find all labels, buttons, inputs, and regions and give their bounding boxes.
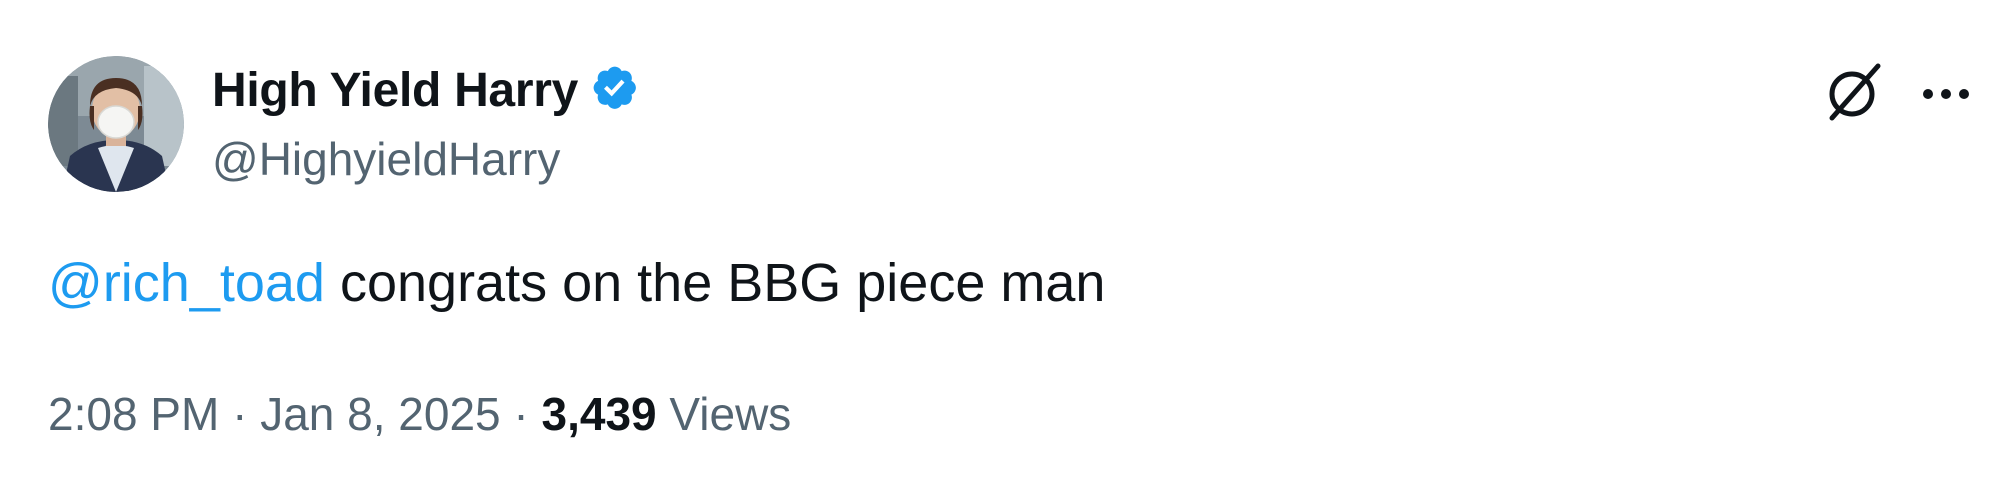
- tweet-body: congrats on the BBG piece man: [324, 253, 1106, 313]
- tweet-time[interactable]: 2:08 PM: [48, 388, 219, 440]
- grok-icon[interactable]: [1822, 60, 1886, 124]
- tweet-card: High Yield Harry @HighyieldHarry @rich_t…: [0, 0, 2000, 480]
- meta-separator: ·: [219, 388, 261, 440]
- tweet-text: @rich_toad congrats on the BBG piece man: [48, 248, 1105, 318]
- mention-link[interactable]: @rich_toad: [48, 253, 325, 313]
- verified-badge-icon: [590, 63, 644, 117]
- author-handle[interactable]: @HighyieldHarry: [212, 132, 560, 186]
- tweet-date[interactable]: Jan 8, 2025: [260, 388, 500, 440]
- author-display-name[interactable]: High Yield Harry: [212, 63, 578, 118]
- views-count: 3,439: [541, 388, 657, 440]
- avatar-image: [48, 56, 184, 192]
- avatar[interactable]: [48, 56, 184, 192]
- more-options-icon[interactable]: [1916, 64, 1976, 124]
- author-name-row: High Yield Harry: [212, 60, 644, 120]
- views-label: Views: [656, 388, 792, 440]
- meta-separator: ·: [500, 388, 542, 440]
- tweet-metadata: 2:08 PM · Jan 8, 2025 · 3,439 Views: [48, 384, 791, 444]
